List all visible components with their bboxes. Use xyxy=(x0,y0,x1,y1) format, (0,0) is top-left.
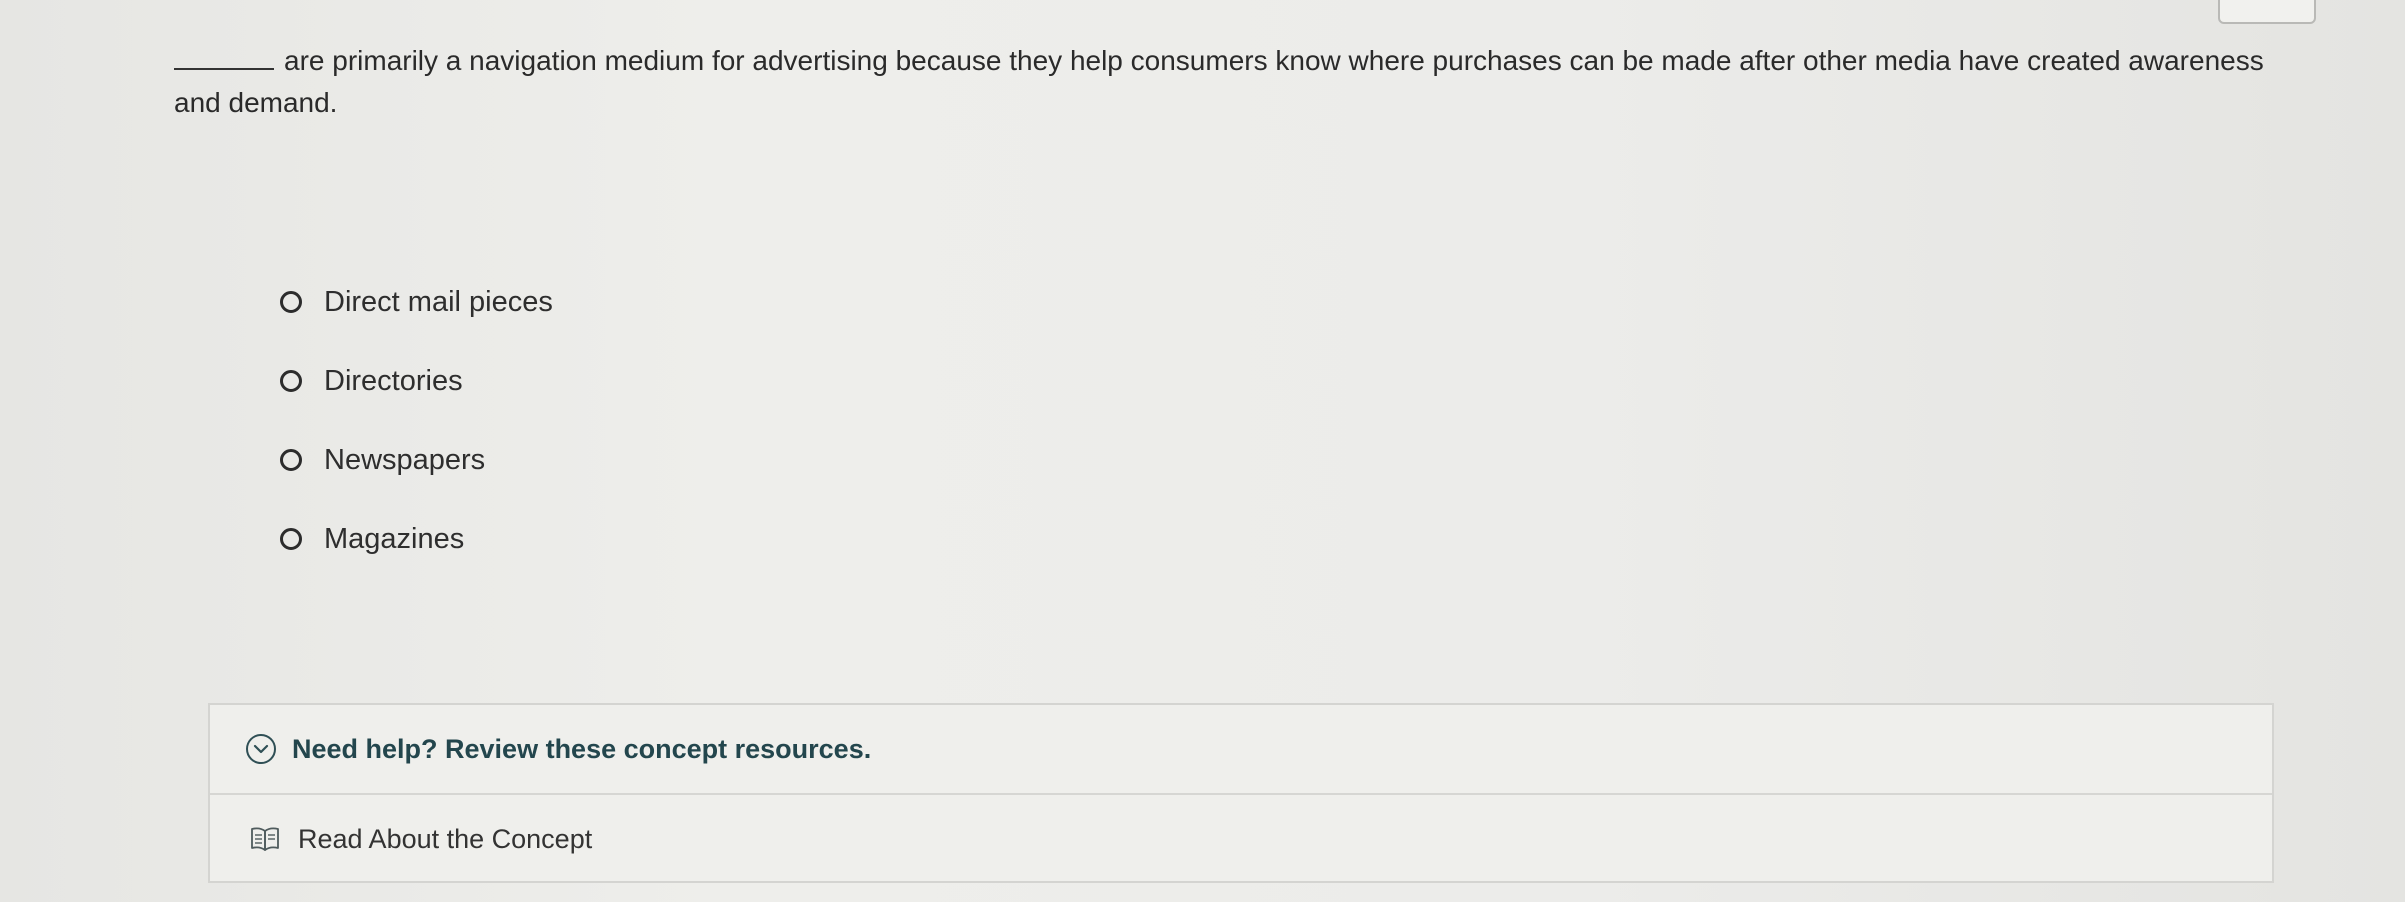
answer-blank xyxy=(174,46,274,70)
concept-resource-row[interactable]: Read About the Concept xyxy=(210,795,2272,883)
option-directories[interactable]: Directories xyxy=(280,361,553,401)
read-about-concept-link[interactable]: Read About the Concept xyxy=(298,824,592,855)
radio-button[interactable] xyxy=(280,528,302,550)
option-newspapers[interactable]: Newspapers xyxy=(280,440,553,480)
book-icon xyxy=(250,826,280,852)
option-magazines[interactable]: Magazines xyxy=(280,519,553,559)
answer-options: Direct mail pieces Directories Newspaper… xyxy=(280,282,553,598)
help-toggle[interactable]: Need help? Review these concept resource… xyxy=(210,705,2272,795)
option-label: Newspapers xyxy=(324,443,486,476)
radio-button[interactable] xyxy=(280,370,302,392)
chevron-down-icon[interactable] xyxy=(246,734,276,764)
option-label: Directories xyxy=(324,364,463,397)
option-label: Magazines xyxy=(324,522,465,555)
question-text: are primarily a navigation medium for ad… xyxy=(174,45,2264,118)
help-title: Need help? Review these concept resource… xyxy=(292,733,872,764)
radio-button[interactable] xyxy=(280,449,302,471)
help-panel: Need help? Review these concept resource… xyxy=(208,703,2274,883)
top-right-button[interactable] xyxy=(2218,0,2316,24)
option-direct-mail-pieces[interactable]: Direct mail pieces xyxy=(280,282,553,322)
radio-button[interactable] xyxy=(280,291,302,313)
question-prompt: are primarily a navigation medium for ad… xyxy=(174,40,2284,124)
option-label: Direct mail pieces xyxy=(324,285,553,318)
